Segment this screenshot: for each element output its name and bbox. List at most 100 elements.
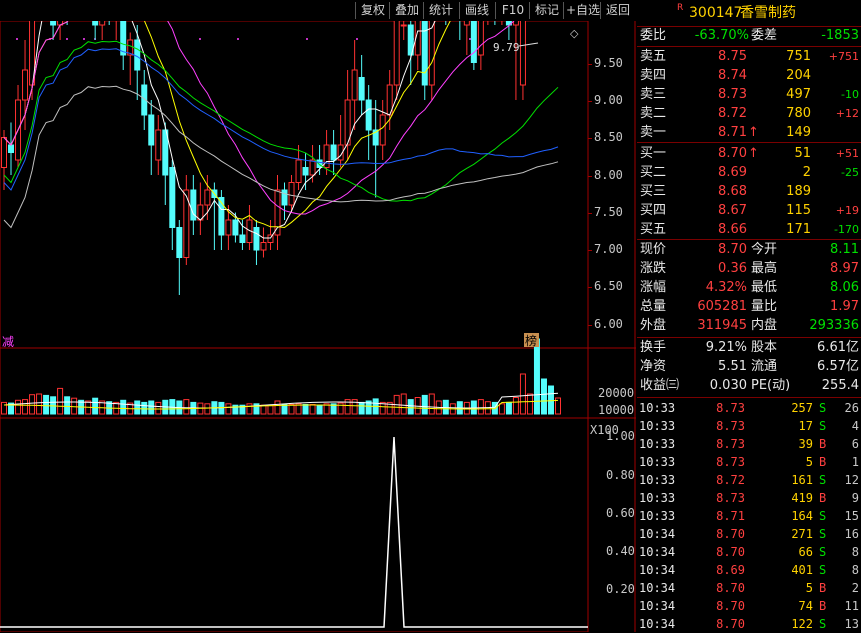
tick-row[interactable]: 10:34 8.70 5 B 2 [637,579,861,597]
toolbar-button-0[interactable]: 复权 [357,1,389,20]
arrow-up-icon: ↑ [748,125,759,140]
sell-price: 8.71 [718,125,747,140]
volume-bar [337,402,344,415]
top-dot-marker [469,38,471,40]
candle-body [155,129,162,161]
sell-price: 8.75 [718,49,747,64]
volume-bar [519,373,526,415]
stock-header: R 300147 香雪制药 [637,2,861,24]
candle-body [260,242,267,251]
tick-time: 10:34 [639,599,676,613]
tick-volume: 17 [798,419,813,433]
tick-row[interactable]: 10:33 8.73 17 S 4 [637,417,861,435]
tick-row[interactable]: 10:34 8.70 271 S 16 [637,525,861,543]
buy-row[interactable]: 买五 8.66 171 -170 [637,221,861,239]
toolbar-button-5[interactable]: 标记 [531,1,563,20]
sell-row[interactable]: 卖三 8.73 497 -10 [637,86,861,104]
buy-price: 8.68 [718,184,747,199]
tick-price: 8.72 [716,473,745,487]
buy-row[interactable]: 买三 8.68 189 [637,183,861,201]
volume-bar [183,399,190,415]
buy-row[interactable]: 买二 8.69 2 -25 [637,164,861,182]
buy-row[interactable]: 买四 8.67 115 +19 [637,202,861,220]
tick-row[interactable]: 10:33 8.71 164 S 15 [637,507,861,525]
stat-value: 8.97 [830,261,859,276]
tick-time: 10:33 [639,509,676,523]
volume-bar [120,399,127,415]
stats2-row: 收益㈢ 0.030 PE(动) 255.4 [637,377,861,395]
volume-bar [141,401,148,415]
tick-time: 10:34 [639,617,676,631]
volume-bar [57,387,64,415]
tick-side: S [819,563,827,577]
candle-body [50,21,57,26]
buy-price: 8.67 [718,203,747,218]
volume-axis-label: 10000 [598,403,635,417]
toolbar-button-4[interactable]: F10 [497,1,529,20]
tick-row[interactable]: 10:33 8.73 5 B 1 [637,453,861,471]
tick-price: 8.73 [716,401,745,415]
volume-bar [155,401,162,415]
candle-body [232,219,239,236]
tick-row[interactable]: 10:34 8.70 74 B 11 [637,597,861,615]
volume-bar [358,401,365,415]
buy-volume: 115 [786,203,811,218]
candle-body [176,227,183,258]
volume-bar [498,403,505,415]
tick-row[interactable]: 10:33 8.73 39 B 6 [637,435,861,453]
sell-row[interactable]: 卖一 8.71 ↑ 149 [637,124,861,142]
stat-value: 311945 [697,318,747,333]
axis-tick [588,101,592,102]
buy-change: +51 [835,147,859,160]
tick-time: 10:33 [639,437,676,451]
tick-side: S [819,419,827,433]
tick-count: 6 [851,437,859,451]
candle-body [330,144,337,161]
tick-count: 8 [851,563,859,577]
sell-row[interactable]: 卖五 8.75 751 +751 [637,48,861,66]
toolbar-button-3[interactable]: 画线 [461,1,493,20]
buy-label: 买四 [640,203,667,218]
sell-label: 卖三 [640,87,667,102]
sell-row[interactable]: 卖二 8.72 780 +12 [637,105,861,123]
tick-volume: 164 [791,509,813,523]
tick-row[interactable]: 10:33 8.73 257 S 26 [637,399,861,417]
volume-bar [15,399,22,415]
top-dot-marker [66,38,68,40]
tick-row[interactable]: 10:34 8.69 401 S 8 [637,561,861,579]
tick-volume: 74 [798,599,813,613]
candle-body [302,167,309,176]
ma30-line [3,40,559,202]
stat-label: 今开 [751,242,778,257]
buy-volume: 171 [786,222,811,237]
stat-label: 收益㈢ [640,378,680,393]
tick-count: 13 [844,617,859,631]
volume-bar [281,404,288,415]
toolbar-button-7[interactable]: 返回 [602,1,634,20]
candle-body [519,21,526,86]
volume-bar [148,400,155,415]
candle-body [253,227,260,251]
chart-area[interactable]: 9.79 ◇ 减 榜 9.50 9.00 8.50 8.00 7.50 7.00 6.50 6.00… [0,21,636,632]
stats2-row: 换手 9.21% 股本 6.61亿 [637,339,861,357]
buy-change: -170 [834,223,859,236]
tick-row[interactable]: 10:34 8.70 122 S 13 [637,615,861,633]
candle-body [204,189,211,206]
tick-row[interactable]: 10:34 8.70 66 S 8 [637,543,861,561]
stat-value: 293336 [809,318,859,333]
candle-body [393,21,400,86]
tick-time: 10:34 [639,581,676,595]
stat-value: 0.36 [718,261,747,276]
tick-row[interactable]: 10:33 8.72 161 S 12 [637,471,861,489]
tick-time: 10:33 [639,455,676,469]
buy-row[interactable]: 买一 8.70 ↑ 51 +51 [637,145,861,163]
kline-chart[interactable]: 9.79 ◇ 减 榜 [0,21,636,632]
sell-row[interactable]: 卖四 8.74 204 [637,67,861,85]
tick-row[interactable]: 10:33 8.73 419 B 9 [637,489,861,507]
toolbar-button-2[interactable]: 统计 [425,1,457,20]
axis-tick [588,138,592,139]
tick-count: 2 [851,581,859,595]
sell-price: 8.72 [718,106,747,121]
toolbar-button-6[interactable]: +自选 [565,1,601,20]
toolbar-button-1[interactable]: 叠加 [391,1,423,20]
